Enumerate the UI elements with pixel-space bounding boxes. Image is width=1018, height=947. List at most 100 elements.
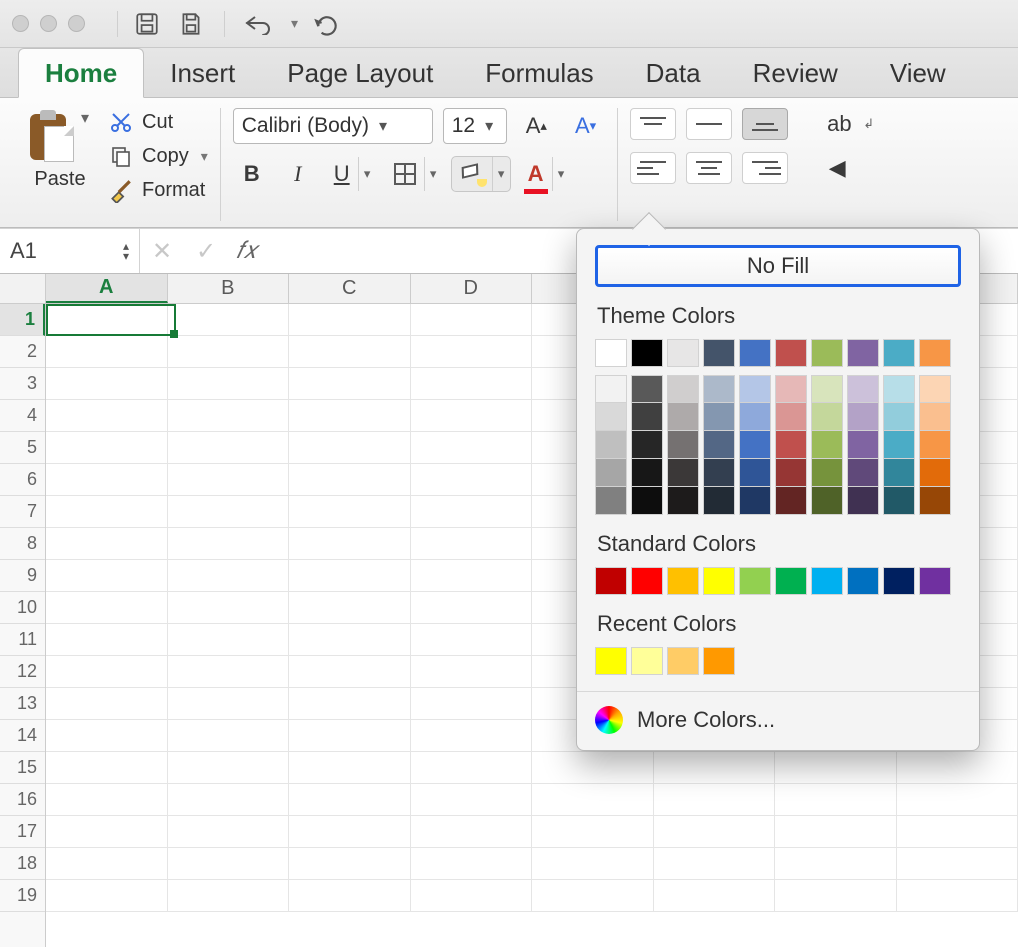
color-swatch[interactable] [775,339,807,367]
tab-view[interactable]: View [864,49,972,97]
cell[interactable] [168,720,290,751]
cell[interactable] [411,624,533,655]
cell[interactable] [775,816,897,847]
row-header[interactable]: 14 [0,720,45,752]
font-name-select[interactable]: Calibri (Body)▾ [233,108,433,144]
wrap-text-button[interactable]: ab↲ [818,108,878,140]
row-header[interactable]: 6 [0,464,45,496]
color-swatch[interactable] [595,567,627,595]
color-swatch[interactable] [739,339,771,367]
row-header[interactable]: 11 [0,624,45,656]
color-swatch[interactable] [667,339,699,367]
cell[interactable] [775,880,897,911]
cell[interactable] [168,336,290,367]
color-swatch[interactable] [919,339,951,367]
row-header[interactable]: 7 [0,496,45,528]
cell[interactable] [46,752,168,783]
color-swatch[interactable] [739,431,771,459]
row-header[interactable]: 3 [0,368,45,400]
align-middle-button[interactable] [686,108,732,140]
cell[interactable] [168,816,290,847]
align-top-button[interactable] [630,108,676,140]
color-swatch[interactable] [883,567,915,595]
cell[interactable] [289,432,411,463]
color-swatch[interactable] [811,487,843,515]
column-header[interactable]: B [168,274,290,303]
column-header[interactable]: D [411,274,533,303]
color-swatch[interactable] [775,567,807,595]
chevron-down-icon[interactable]: ▾ [552,157,570,191]
color-swatch[interactable] [631,339,663,367]
cell[interactable] [411,400,533,431]
color-swatch[interactable] [667,375,699,403]
font-color-button[interactable]: A▾ [519,156,571,192]
save-as-icon[interactable] [176,9,206,39]
paste-dropdown-icon[interactable]: ▾ [76,108,94,128]
cut-button[interactable]: Cut [108,108,208,136]
cell[interactable] [168,880,290,911]
cell[interactable] [897,848,1018,879]
chevron-down-icon[interactable]: ↲ [860,109,878,139]
row-header[interactable]: 9 [0,560,45,592]
chevron-down-icon[interactable]: ▾ [123,251,129,261]
color-swatch[interactable] [847,375,879,403]
underline-button[interactable]: U▾ [325,156,377,192]
accept-formula-icon[interactable]: ✓ [184,229,228,273]
cell[interactable] [46,400,168,431]
borders-button[interactable]: ▾ [385,156,443,192]
copy-button[interactable]: Copy ▾ [108,142,208,170]
cell[interactable] [411,592,533,623]
cell[interactable] [46,688,168,719]
row-header[interactable]: 19 [0,880,45,912]
minimize-window-icon[interactable] [40,15,57,32]
align-bottom-button[interactable] [742,108,788,140]
cell[interactable] [654,880,776,911]
cell[interactable] [411,496,533,527]
cell[interactable] [46,496,168,527]
color-swatch[interactable] [703,431,735,459]
cell[interactable] [46,720,168,751]
color-swatch[interactable] [811,403,843,431]
cell[interactable] [411,880,533,911]
cell[interactable] [775,848,897,879]
fill-color-button[interactable]: ▾ [451,156,511,192]
cell[interactable] [289,720,411,751]
row-header[interactable]: 15 [0,752,45,784]
cell[interactable] [411,464,533,495]
color-swatch[interactable] [847,431,879,459]
chevron-down-icon[interactable]: ▾ [424,157,442,191]
color-swatch[interactable] [667,403,699,431]
row-header[interactable]: 13 [0,688,45,720]
color-swatch[interactable] [883,403,915,431]
undo-dropdown-icon[interactable]: ▾ [291,15,298,32]
color-swatch[interactable] [775,375,807,403]
color-swatch[interactable] [595,375,627,403]
cell[interactable] [168,624,290,655]
cell[interactable] [775,752,897,783]
cell[interactable] [46,528,168,559]
column-header[interactable]: C [289,274,411,303]
tab-data[interactable]: Data [620,49,727,97]
cell[interactable] [168,496,290,527]
color-swatch[interactable] [847,459,879,487]
color-swatch[interactable] [811,339,843,367]
cell[interactable] [532,880,654,911]
chevron-down-icon[interactable]: ▾ [358,157,376,191]
cell[interactable] [289,592,411,623]
color-swatch[interactable] [919,459,951,487]
cell[interactable] [46,784,168,815]
cell[interactable] [411,848,533,879]
color-swatch[interactable] [883,339,915,367]
color-swatch[interactable] [631,487,663,515]
cell[interactable] [289,368,411,399]
cell[interactable] [411,432,533,463]
color-swatch[interactable] [739,403,771,431]
close-window-icon[interactable] [12,15,29,32]
tab-page-layout[interactable]: Page Layout [261,49,459,97]
cell[interactable] [168,784,290,815]
row-header[interactable]: 1 [0,304,45,336]
cell[interactable] [46,816,168,847]
color-swatch[interactable] [739,487,771,515]
cell[interactable] [897,816,1018,847]
cell[interactable] [168,368,290,399]
